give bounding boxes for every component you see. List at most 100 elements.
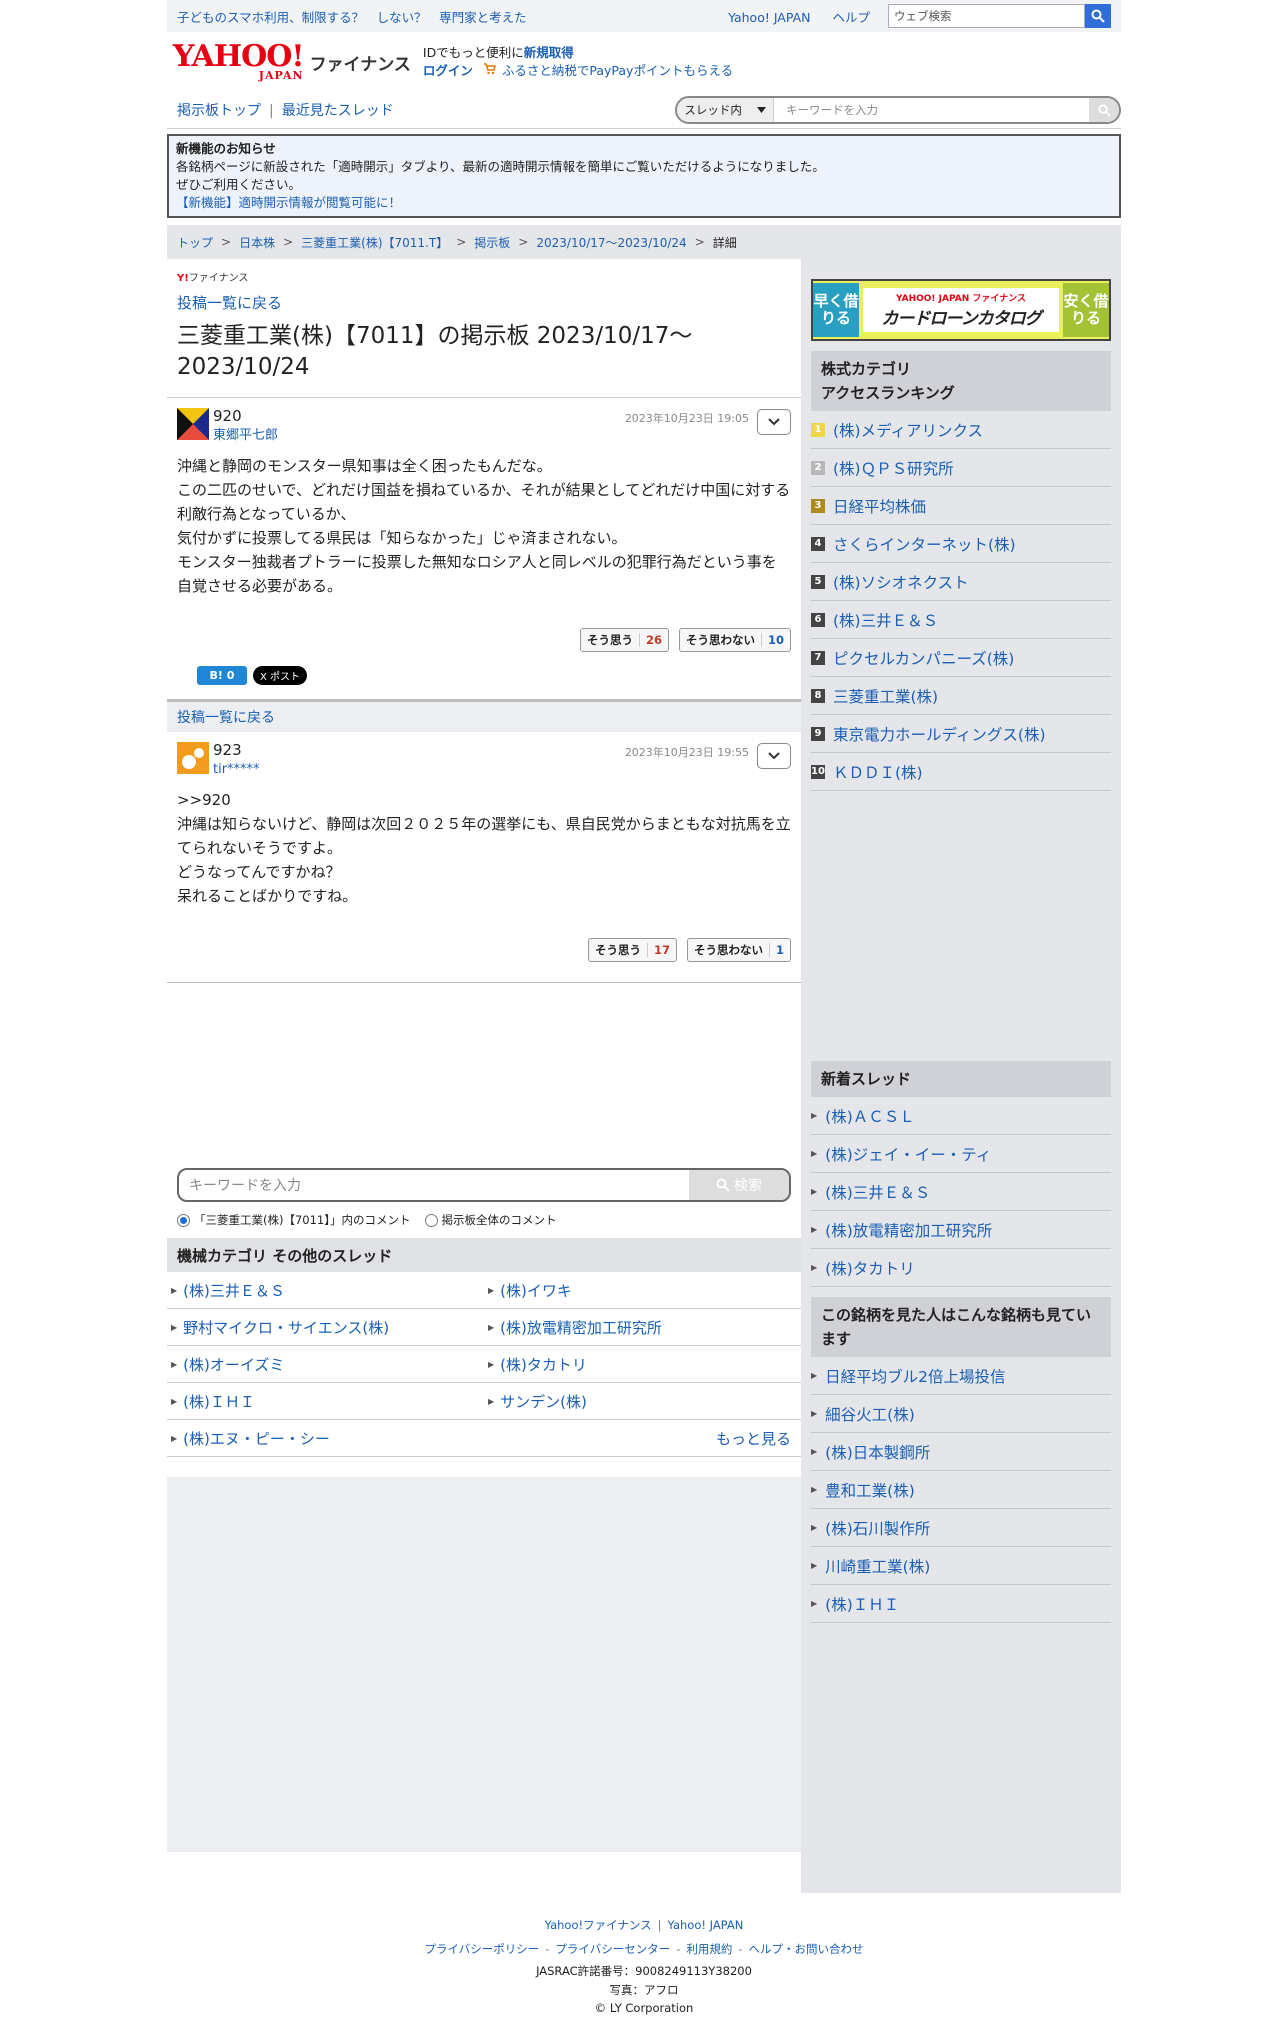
post: 923 tir***** 2023年10月23日 19:55 >>920 沖縄は… — [167, 732, 801, 983]
ranking-item[interactable]: 3 日経平均株価 — [811, 487, 1111, 525]
cart-icon — [483, 63, 496, 75]
login-link[interactable]: ログイン — [423, 63, 473, 78]
ranking-item[interactable]: 9 東京電力ホールディングス(株) — [811, 715, 1111, 753]
other-threads-heading: 機械カテゴリ その他のスレッド — [167, 1238, 801, 1272]
web-search-button[interactable] — [1085, 4, 1111, 28]
back-to-list-link[interactable]: 投稿一覧に戻る — [177, 294, 282, 312]
help-link[interactable]: ヘルプ — [832, 10, 870, 25]
search-icon — [1097, 103, 1111, 117]
agree-button[interactable]: そう思う 26 — [579, 628, 669, 652]
radio-all-boards[interactable]: 掲示板全体のコメント — [424, 1212, 557, 1228]
new-thread-item[interactable]: ▶ (株)放電精密加工研究所 — [811, 1211, 1111, 1249]
back-to-list-link-2[interactable]: 投稿一覧に戻る — [177, 707, 275, 727]
new-thread-item[interactable]: ▶ (株)ＡＣＳＬ — [811, 1097, 1111, 1135]
thread-search-button[interactable] — [1089, 98, 1119, 122]
yahoo-finance-logo[interactable]: YAHOO! JAPAN ファイナンス — [167, 42, 411, 83]
terms-link[interactable]: 利用規約 — [686, 1942, 732, 1956]
post-body: >>920 沖縄は知らないけど、静岡は次回２０２５年の選挙にも、県自民党からまと… — [177, 791, 791, 905]
new-threads-heading: 新着スレッド — [811, 1061, 1111, 1097]
top-bar: 子どものスマホ利用、制限する？ しない？ 専門家と考えた Yahoo! JAPA… — [167, 0, 1121, 32]
main-column: Y!ファイナンス 投稿一覧に戻る 三菱重工業(株)【7011】の掲示板 2023… — [167, 259, 801, 1893]
other-thread-item[interactable]: (株)ＩＨＩ — [183, 1391, 255, 1412]
crumb-top[interactable]: トップ — [177, 234, 213, 251]
ad-title: カードローンカタログ — [881, 309, 1041, 329]
also-viewed-item[interactable]: ▶ 川崎重工業(株) — [811, 1547, 1111, 1585]
help-contact-link[interactable]: ヘルプ・お問い合わせ — [749, 1942, 864, 1956]
search-scope-select[interactable]: スレッド内 — [677, 98, 774, 122]
privacy-center-link[interactable]: プライバシーセンター — [555, 1942, 670, 1956]
x-post-button[interactable]: X ポスト — [253, 666, 307, 685]
post-menu-button[interactable] — [757, 743, 791, 769]
more-link[interactable]: もっと見る — [716, 1428, 791, 1449]
new-thread-item[interactable]: ▶ (株)三井Ｅ＆Ｓ — [811, 1173, 1111, 1211]
disagree-button[interactable]: そう思わない 10 — [678, 628, 791, 652]
search-scope-radios: 「三菱重工業(株)【7011】」内のコメント 掲示板全体のコメント — [167, 1202, 801, 1238]
footer-yahoo-link[interactable]: Yahoo! JAPAN — [668, 1918, 744, 1932]
privacy-policy-link[interactable]: プライバシーポリシー — [424, 1942, 539, 1956]
ad-right-badge: 安く借りる — [1063, 283, 1109, 337]
ranking-item[interactable]: 2 (株)ＱＰＳ研究所 — [811, 449, 1111, 487]
ranking-item[interactable]: 4 さくらインターネット(株) — [811, 525, 1111, 563]
recent-threads-link[interactable]: 最近見たスレッド — [282, 103, 394, 119]
breadcrumb: トップ > 日本株 > 三菱重工業(株)【7011.T】 > 掲示板 > 2023/10… — [167, 225, 1121, 259]
agree-button[interactable]: そう思う 17 — [587, 938, 677, 962]
other-thread-item[interactable]: (株)三井Ｅ＆Ｓ — [183, 1280, 285, 1301]
other-thread-item[interactable]: サンデン(株) — [500, 1391, 587, 1412]
new-threads: ▶ (株)ＡＣＳＬ ▶ (株)ジェイ・イー・ティ ▶ (株)三井Ｅ＆Ｓ ▶ (株)放電精… — [811, 1097, 1111, 1287]
footer-finance-link[interactable]: Yahoo!ファイナンス — [545, 1918, 652, 1932]
post: 920 東郷平七郎 2023年10月23日 19:05 沖縄と静岡のモンスター県… — [167, 398, 801, 700]
disagree-button[interactable]: そう思わない 1 — [686, 938, 791, 962]
top-links: Yahoo! JAPAN ヘルプ — [728, 7, 888, 26]
other-thread-item[interactable]: (株)イワキ — [500, 1280, 572, 1301]
notice-text2: ぜひご利用ください。 — [176, 177, 302, 192]
also-viewed-item[interactable]: ▶ 豊和工業(株) — [811, 1471, 1111, 1509]
also-viewed-item[interactable]: ▶ (株)ＩＨＩ — [811, 1585, 1111, 1623]
signup-link[interactable]: 新規取得 — [524, 45, 574, 60]
chevron-down-icon — [768, 418, 780, 426]
post-menu-button[interactable] — [757, 409, 791, 435]
also-viewed-item[interactable]: ▶ 細谷火工(株) — [811, 1395, 1111, 1433]
ad-left-badge: 早く借りる — [813, 283, 859, 337]
post-author[interactable]: 東郷平七郎 — [213, 428, 278, 443]
notice-link[interactable]: 【新機能】適時開示情報が閲覧可能に！ — [176, 195, 401, 210]
agree-count: 17 — [646, 943, 676, 957]
other-thread-item[interactable]: (株)放電精密加工研究所 — [500, 1317, 662, 1338]
crumb-board[interactable]: 掲示板 — [474, 234, 510, 251]
web-search-input[interactable]: ウェブ検索 — [888, 4, 1085, 28]
crumb-period[interactable]: 2023/10/17〜2023/10/24 — [536, 234, 686, 251]
new-thread-item[interactable]: ▶ (株)ジェイ・イー・ティ — [811, 1135, 1111, 1173]
logo-finance: ファイナンス — [309, 54, 411, 75]
ranking-item[interactable]: 10 ＫＤＤＩ(株) — [811, 753, 1111, 791]
radio-this-thread[interactable]: 「三菱重工業(株)【7011】」内のコメント — [177, 1212, 411, 1228]
yahoo-japan-link[interactable]: Yahoo! JAPAN — [728, 10, 810, 25]
card-loan-ad[interactable]: 早く借りる YAHOO! JAPAN ファイナンス カードローンカタログ 安く借… — [811, 279, 1111, 341]
sidebar: 早く借りる YAHOO! JAPAN ファイナンス カードローンカタログ 安く借… — [801, 259, 1121, 1893]
other-thread-item[interactable]: 野村マイクロ・サイエンス(株) — [183, 1317, 389, 1338]
other-thread-item[interactable]: (株)オーイズミ — [183, 1354, 284, 1375]
furusato-link[interactable]: ふるさと納税でPayPayポイントもらえる — [502, 63, 733, 78]
promo-link[interactable]: 子どものスマホ利用、制限する？ しない？ 専門家と考えた — [167, 7, 728, 26]
other-thread-item[interactable]: (株)タカトリ — [500, 1354, 587, 1375]
ranking-item[interactable]: 1 (株)メディアリンクス — [811, 411, 1111, 449]
ranking-heading: 株式カテゴリ アクセスランキング — [811, 351, 1111, 411]
also-viewed-item[interactable]: ▶ (株)日本製鋼所 — [811, 1433, 1111, 1471]
ranking-item[interactable]: 7 ピクセルカンパニーズ(株) — [811, 639, 1111, 677]
post-author[interactable]: tir***** — [213, 762, 260, 777]
board-top-link[interactable]: 掲示板トップ — [177, 103, 261, 119]
other-thread-item[interactable]: (株)エヌ・ピー・シー — [183, 1428, 330, 1449]
new-thread-item[interactable]: ▶ (株)タカトリ — [811, 1249, 1111, 1287]
keyword-input[interactable]: キーワードを入力 — [179, 1170, 689, 1200]
access-ranking: 1 (株)メディアリンクス 2 (株)ＱＰＳ研究所 3 日経平均株価 4 さくらインター… — [811, 411, 1111, 791]
hatena-bookmark-button[interactable]: B! 0 — [197, 666, 247, 685]
crumb-stock[interactable]: 三菱重工業(株)【7011.T】 — [301, 234, 448, 251]
thread-search-input[interactable]: キーワードを入力 — [774, 102, 1089, 118]
ranking-item[interactable]: 5 (株)ソシオネクスト — [811, 563, 1111, 601]
keyword-search-button[interactable]: 検索 — [689, 1170, 789, 1200]
also-viewed-item[interactable]: ▶ 日経平均ブル2倍上場投信 — [811, 1357, 1111, 1395]
ranking-item[interactable]: 6 (株)三井Ｅ＆Ｓ — [811, 601, 1111, 639]
page: 子どものスマホ利用、制限する？ しない？ 専門家と考えた Yahoo! JAPA… — [167, 0, 1121, 2017]
crumb-jp-stocks[interactable]: 日本株 — [239, 234, 275, 251]
ranking-item[interactable]: 8 三菱重工業(株) — [811, 677, 1111, 715]
also-viewed-item[interactable]: ▶ (株)石川製作所 — [811, 1509, 1111, 1547]
board-nav-links: 掲示板トップ | 最近見たスレッド — [177, 103, 394, 119]
